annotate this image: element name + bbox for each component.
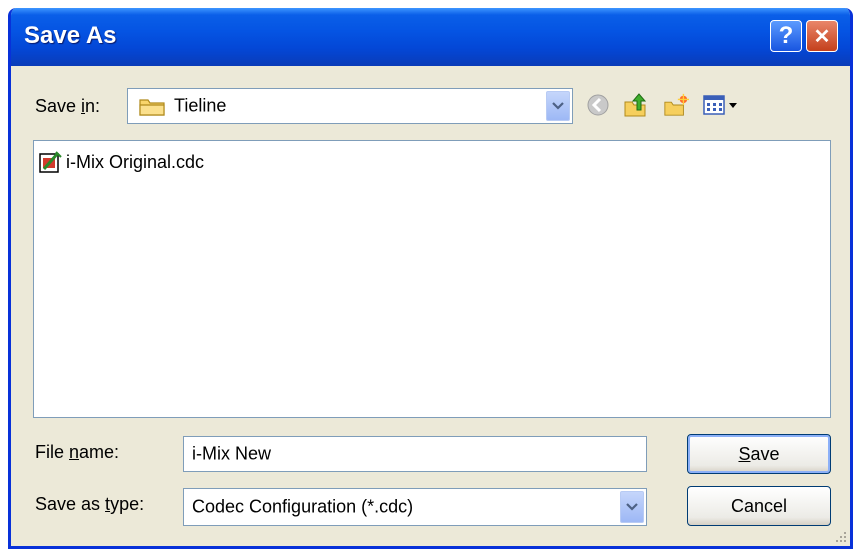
- save-in-dropdown[interactable]: Tieline: [127, 88, 573, 124]
- save-as-type-value: Codec Configuration (*.cdc): [192, 496, 414, 517]
- cancel-button-label: Cancel: [730, 495, 788, 516]
- cdc-file-icon: [39, 151, 62, 173]
- save-in-value: Tieline: [174, 95, 227, 116]
- view-menu-button[interactable]: [701, 92, 743, 118]
- file-list-item[interactable]: i-Mix Original.cdc: [38, 149, 204, 175]
- resize-grip-icon[interactable]: [834, 530, 848, 544]
- close-icon: ✕: [813, 25, 831, 48]
- up-folder-icon: [624, 93, 647, 117]
- save-button[interactable]: Save: [687, 434, 831, 474]
- save-as-dialog: Save As ? ✕ Save in: Tieline i-Mix Origi…: [8, 8, 853, 549]
- chevron-down-icon: [626, 503, 638, 511]
- new-folder-button[interactable]: [663, 92, 689, 118]
- chevron-down-icon: [552, 102, 564, 110]
- up-folder-button[interactable]: [623, 92, 649, 118]
- close-button[interactable]: ✕: [806, 20, 838, 52]
- save-in-dropdown-arrow[interactable]: [546, 91, 570, 121]
- file-name-value: i-Mix New: [192, 443, 271, 464]
- back-button[interactable]: [585, 92, 611, 118]
- title-bar[interactable]: Save As ? ✕: [11, 8, 850, 66]
- save-as-type-label: Save as type:: [35, 494, 145, 514]
- new-folder-icon: [664, 93, 689, 116]
- cancel-button[interactable]: Cancel: [687, 486, 831, 526]
- view-menu-icon: [703, 95, 737, 115]
- file-name-text: i-Mix Original.cdc: [66, 151, 205, 172]
- dialog-title: Save As: [24, 22, 117, 49]
- help-icon: ?: [778, 22, 794, 49]
- back-arrow-icon: [587, 94, 609, 116]
- file-list[interactable]: i-Mix Original.cdc: [33, 140, 831, 418]
- save-button-label: Save: [738, 443, 780, 464]
- save-as-type-dropdown[interactable]: Codec Configuration (*.cdc): [183, 488, 647, 526]
- file-name-input[interactable]: i-Mix New: [183, 436, 647, 472]
- file-name-label: File name:: [35, 442, 120, 462]
- folder-icon: [138, 95, 166, 122]
- save-as-type-dropdown-arrow[interactable]: [620, 491, 644, 523]
- save-in-label: Save in:: [35, 96, 101, 116]
- help-button[interactable]: ?: [770, 20, 802, 52]
